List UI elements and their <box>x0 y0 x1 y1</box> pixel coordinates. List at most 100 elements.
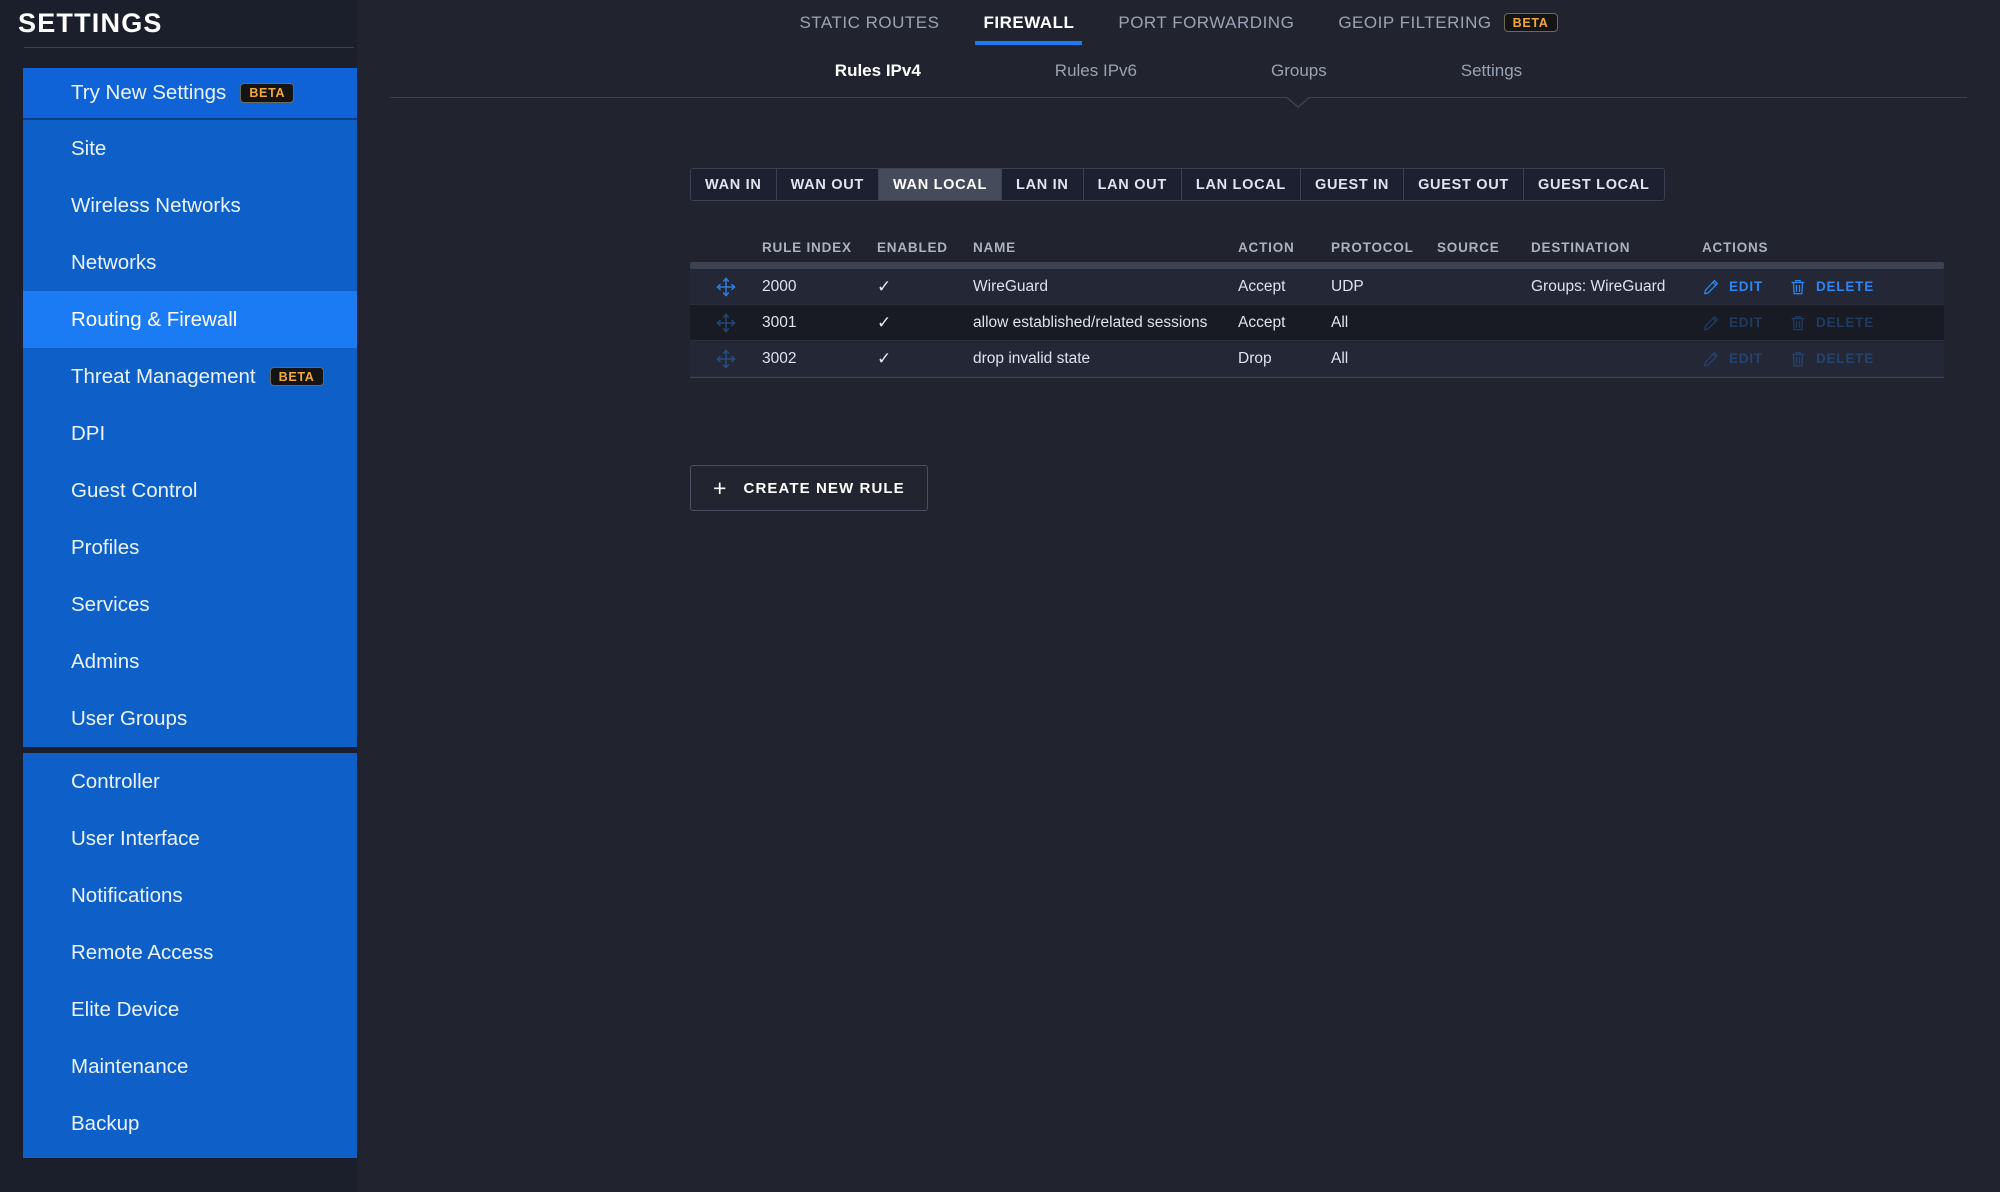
page-title: SETTINGS <box>18 8 163 38</box>
cell-protocol: All <box>1331 313 1349 331</box>
horizontal-scrollbar[interactable] <box>690 262 1944 269</box>
dirtab-guest-out[interactable]: GUEST OUT <box>1404 169 1524 200</box>
sidebar-item-routing-and-firewall[interactable]: Routing & Firewall <box>23 291 378 348</box>
edit-button[interactable]: EDIT <box>1702 278 1763 296</box>
sidebar-item-maintenance[interactable]: Maintenance <box>23 1038 357 1095</box>
dirtab-wan-out[interactable]: WAN OUT <box>776 169 879 200</box>
cell-actions: EDIT DELETE <box>1702 278 1944 296</box>
drag-handle[interactable] <box>690 348 762 370</box>
sidebar-nav-list: Try New Settings BETA Site Wireless Netw… <box>23 68 378 1158</box>
sidebar-item-label: Remote Access <box>71 940 214 964</box>
direction-tab-group: WAN IN WAN OUT WAN LOCAL LAN IN LAN OUT … <box>690 168 1665 201</box>
subtab-label: Rules IPv6 <box>1054 61 1137 80</box>
chevron-down-icon <box>1285 96 1311 108</box>
sidebar-item-wireless-networks[interactable]: Wireless Networks <box>23 177 357 234</box>
sidebar-item-site[interactable]: Site <box>23 120 357 177</box>
top-tab-bar: STATIC ROUTES FIREWALL PORT FORWARDING G… <box>357 0 2000 45</box>
edit-button[interactable]: EDIT <box>1702 350 1763 368</box>
dirtab-label: LAN LOCAL <box>1195 176 1286 193</box>
cell-actions: EDIT DELETE <box>1702 350 1944 368</box>
column-header-destination: DESTINATION <box>1531 239 1631 255</box>
cell-action: Drop <box>1238 349 1272 367</box>
check-icon: ✓ <box>877 276 892 296</box>
dirtab-guest-in[interactable]: GUEST IN <box>1300 169 1405 200</box>
sidebar-item-notifications[interactable]: Notifications <box>23 867 357 924</box>
column-header-rule-index: RULE INDEX <box>762 239 852 255</box>
sidebar-item-label: Maintenance <box>71 1054 189 1078</box>
sidebar-item-backup[interactable]: Backup <box>23 1095 357 1152</box>
subtab-rules-ipv4[interactable]: Rules IPv4 <box>768 61 988 81</box>
sidebar-item-label: Services <box>71 592 150 616</box>
dirtab-wan-in[interactable]: WAN IN <box>691 169 777 200</box>
table-row[interactable]: 3002 ✓ drop invalid state Drop All EDIT <box>690 341 1944 377</box>
sidebar-item-user-groups[interactable]: User Groups <box>23 690 357 747</box>
sidebar-divider <box>24 47 354 48</box>
column-header-actions: ACTIONS <box>1702 239 1769 255</box>
settings-sidebar: SETTINGS Try New Settings BETA Site Wire… <box>0 0 378 1192</box>
cell-actions: EDIT DELETE <box>1702 314 1944 332</box>
cell-enabled: ✓ <box>877 349 973 369</box>
sidebar-item-user-interface[interactable]: User Interface <box>23 810 357 867</box>
delete-label: DELETE <box>1815 279 1875 294</box>
sidebar-item-remote-access[interactable]: Remote Access <box>23 924 357 981</box>
subtab-rules-ipv6[interactable]: Rules IPv6 <box>988 61 1204 81</box>
tab-label: FIREWALL <box>983 12 1075 32</box>
trash-icon <box>1791 279 1805 294</box>
sidebar-item-guest-control[interactable]: Guest Control <box>23 462 357 519</box>
edit-label: EDIT <box>1729 279 1763 294</box>
sidebar-item-profiles[interactable]: Profiles <box>23 519 357 576</box>
drag-handle[interactable] <box>690 276 762 298</box>
tab-port-forwarding[interactable]: PORT FORWARDING <box>1096 0 1316 45</box>
create-new-rule-label: CREATE NEW RULE <box>743 479 905 497</box>
delete-button[interactable]: DELETE <box>1789 350 1874 368</box>
cell-enabled: ✓ <box>877 277 973 297</box>
tab-firewall[interactable]: FIREWALL <box>961 0 1096 45</box>
column-header-action: ACTION <box>1238 239 1295 255</box>
cell-destination: Groups: WireGuard <box>1531 277 1666 295</box>
dirtab-label: LAN IN <box>1016 176 1069 193</box>
sidebar-item-label: Controller <box>71 769 160 793</box>
sidebar-item-label: Site <box>71 136 107 160</box>
sidebar-item-networks[interactable]: Networks <box>23 234 357 291</box>
tab-label: PORT FORWARDING <box>1118 12 1295 32</box>
cell-protocol: UDP <box>1331 277 1364 295</box>
move-icon <box>716 313 736 332</box>
dirtab-label: GUEST IN <box>1314 176 1390 193</box>
sidebar-item-threat-management[interactable]: Threat Management BETA <box>23 348 357 405</box>
tab-static-routes[interactable]: STATIC ROUTES <box>777 0 961 45</box>
dirtab-label: WAN LOCAL <box>892 176 988 193</box>
sidebar-item-label: Backup <box>71 1111 140 1135</box>
trash-icon <box>1791 315 1805 330</box>
sidebar-item-label: Routing & Firewall <box>71 307 238 331</box>
sidebar-item-dpi[interactable]: DPI <box>23 405 357 462</box>
table-row[interactable]: 3001 ✓ allow established/related session… <box>690 305 1944 341</box>
delete-button[interactable]: DELETE <box>1789 314 1874 332</box>
subtab-label: Rules IPv4 <box>834 61 921 80</box>
sidebar-item-label: User Groups <box>71 706 188 730</box>
dirtab-lan-local[interactable]: LAN LOCAL <box>1181 169 1301 200</box>
column-header-protocol: PROTOCOL <box>1331 239 1414 255</box>
subtab-settings[interactable]: Settings <box>1394 61 1589 81</box>
pencil-icon <box>1703 315 1719 330</box>
cell-name: allow established/related sessions <box>973 313 1208 331</box>
dirtab-lan-out[interactable]: LAN OUT <box>1083 169 1182 200</box>
delete-button[interactable]: DELETE <box>1789 278 1874 296</box>
sidebar-item-services[interactable]: Services <box>23 576 357 633</box>
pencil-icon <box>1703 351 1719 366</box>
dirtab-wan-local[interactable]: WAN LOCAL <box>878 169 1003 200</box>
subtab-groups[interactable]: Groups <box>1204 61 1394 81</box>
sidebar-item-controller[interactable]: Controller <box>23 753 357 810</box>
sidebar-item-label: Networks <box>71 250 157 274</box>
tab-geoip-filtering[interactable]: GEOIP FILTERING BETA <box>1316 0 1579 45</box>
edit-button[interactable]: EDIT <box>1702 314 1763 332</box>
sidebar-item-try-new-settings[interactable]: Try New Settings BETA <box>23 68 357 120</box>
dirtab-guest-local[interactable]: GUEST LOCAL <box>1523 169 1664 200</box>
sidebar-item-admins[interactable]: Admins <box>23 633 357 690</box>
drag-handle[interactable] <box>690 312 762 334</box>
sidebar-item-elite-device[interactable]: Elite Device <box>23 981 357 1038</box>
dirtab-lan-in[interactable]: LAN IN <box>1002 169 1084 200</box>
edit-label: EDIT <box>1729 315 1763 330</box>
column-header-source: SOURCE <box>1437 239 1500 255</box>
table-row[interactable]: 2000 ✓ WireGuard Accept UDP Groups: Wire… <box>690 269 1944 305</box>
create-new-rule-button[interactable]: + CREATE NEW RULE <box>690 465 928 511</box>
